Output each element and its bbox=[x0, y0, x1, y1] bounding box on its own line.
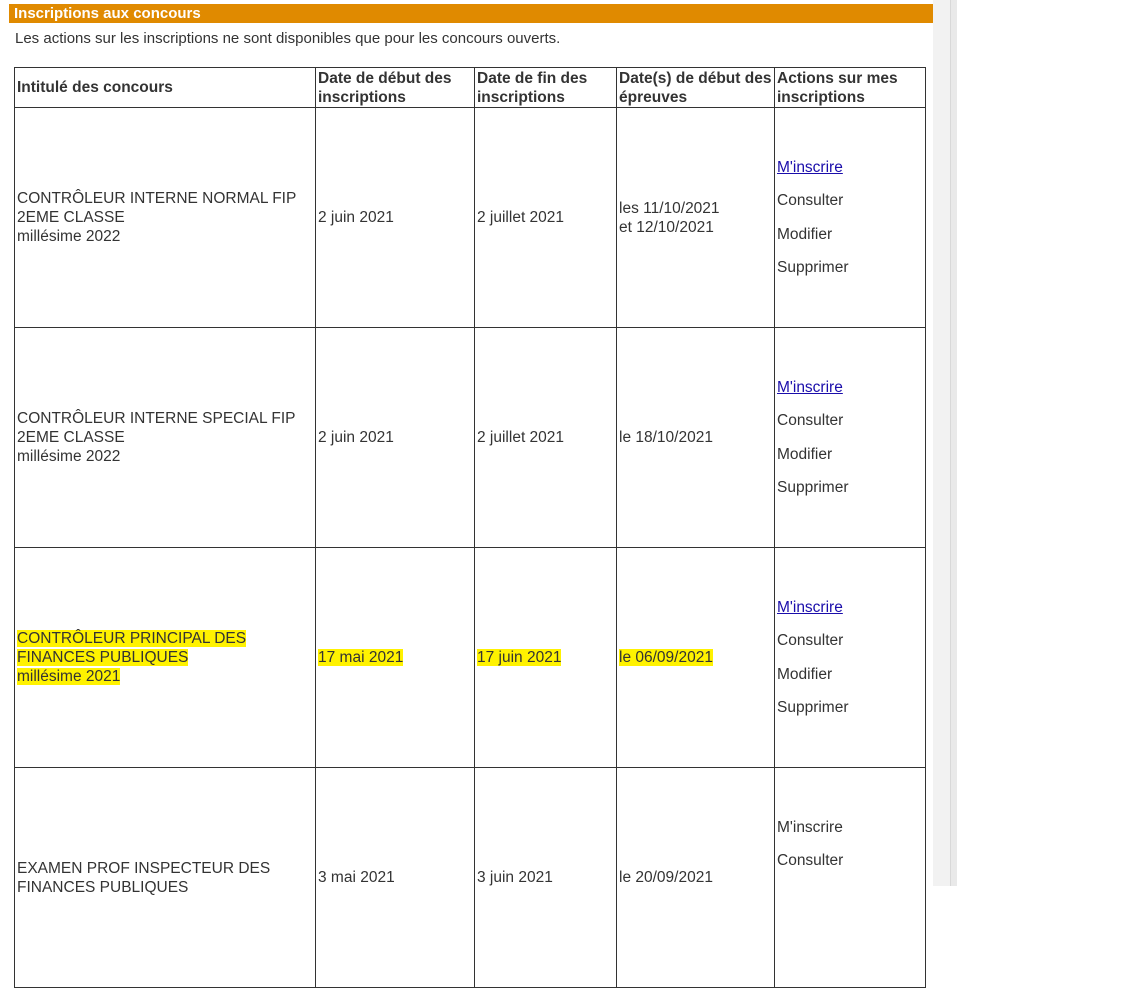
table-header-row: Intitulé des concours Date de début des … bbox=[14, 67, 926, 108]
concours-title-cell: CONTRÔLEUR INTERNE NORMAL FIP 2EME CLASS… bbox=[14, 107, 316, 328]
inscrire-link[interactable]: M'inscrire bbox=[777, 378, 923, 397]
consulter-action: Consulter bbox=[777, 412, 844, 430]
exam-date-cell: les 11/10/2021 et 12/10/2021 bbox=[616, 107, 775, 328]
consulter-action: Consulter bbox=[777, 632, 844, 650]
end-date-cell: 2 juillet 2021 bbox=[474, 327, 617, 548]
consulter-action: Consulter bbox=[777, 192, 844, 210]
end-date-cell: 3 juin 2021 bbox=[474, 767, 617, 988]
table-row-highlighted: CONTRÔLEUR PRINCIPAL DES FINANCES PUBLIQ… bbox=[14, 547, 926, 768]
modifier-action: Modifier bbox=[777, 225, 833, 243]
actions-cell: M'inscrire Consulter Modifier Supprimer bbox=[774, 547, 926, 768]
concours-title-line: 2EME CLASSE bbox=[17, 429, 125, 446]
end-date-cell: 2 juillet 2021 bbox=[474, 107, 617, 328]
exam-date-cell: le 18/10/2021 bbox=[616, 327, 775, 548]
table-row: EXAMEN PROF INSPECTEUR DES FINANCES PUBL… bbox=[14, 767, 926, 988]
start-date-cell: 17 mai 2021 bbox=[315, 547, 475, 768]
concours-title-line: 2EME CLASSE bbox=[17, 209, 125, 226]
exam-date-line: le 20/09/2021 bbox=[619, 869, 713, 886]
concours-title-cell: CONTRÔLEUR INTERNE SPECIAL FIP 2EME CLAS… bbox=[14, 327, 316, 548]
actions-cell: M'inscrire Consulter bbox=[774, 767, 926, 988]
exam-date-cell: le 06/09/2021 bbox=[616, 547, 775, 768]
start-date-cell: 3 mai 2021 bbox=[315, 767, 475, 988]
modifier-action: Modifier bbox=[777, 665, 833, 683]
exam-date-cell: le 20/09/2021 bbox=[616, 767, 775, 988]
concours-title-line: EXAMEN PROF INSPECTEUR DES bbox=[17, 859, 271, 877]
concours-millesime: millésime 2022 bbox=[17, 228, 121, 245]
concours-title-line: FINANCES PUBLIQUES bbox=[17, 878, 189, 896]
gutter-strip bbox=[951, 0, 957, 886]
section-title: Inscriptions aux concours bbox=[9, 4, 933, 23]
start-date-cell: 2 juin 2021 bbox=[315, 107, 475, 328]
section-notice: Les actions sur les inscriptions ne sont… bbox=[15, 30, 561, 47]
exam-date-line: et 12/10/2021 bbox=[619, 218, 714, 236]
header-intitule: Intitulé des concours bbox=[14, 67, 316, 108]
exam-date-line: le 06/09/2021 bbox=[619, 649, 713, 666]
header-date-fin-inscriptions: Date de fin des inscriptions bbox=[474, 67, 617, 108]
end-date-cell: 17 juin 2021 bbox=[474, 547, 617, 768]
page-content: Inscriptions aux concours Les actions su… bbox=[0, 0, 950, 988]
supprimer-action: Supprimer bbox=[777, 699, 849, 717]
concours-title-cell: EXAMEN PROF INSPECTEUR DES FINANCES PUBL… bbox=[14, 767, 316, 988]
supprimer-action: Supprimer bbox=[777, 259, 849, 277]
start-date-text: 17 mai 2021 bbox=[318, 649, 404, 666]
supprimer-action-placeholder bbox=[777, 918, 923, 937]
modifier-action-placeholder bbox=[777, 885, 923, 904]
table-row: CONTRÔLEUR INTERNE NORMAL FIP 2EME CLASS… bbox=[14, 107, 926, 328]
concours-millesime: millésime 2022 bbox=[17, 448, 121, 465]
concours-millesime: millésime 2021 bbox=[17, 668, 121, 685]
end-date-text: 17 juin 2021 bbox=[477, 649, 562, 666]
table-row: CONTRÔLEUR INTERNE SPECIAL FIP 2EME CLAS… bbox=[14, 327, 926, 548]
exam-date-line: le 18/10/2021 bbox=[619, 429, 713, 446]
concours-title-cell: CONTRÔLEUR PRINCIPAL DES FINANCES PUBLIQ… bbox=[14, 547, 316, 768]
inscrire-link[interactable]: M'inscrire bbox=[777, 598, 923, 617]
consulter-action: Consulter bbox=[777, 852, 844, 870]
concours-table: Intitulé des concours Date de début des … bbox=[14, 67, 926, 988]
modifier-action: Modifier bbox=[777, 445, 833, 463]
inscrire-action: M'inscrire bbox=[777, 818, 843, 836]
right-gutter bbox=[950, 0, 1148, 886]
concours-title-line: CONTRÔLEUR PRINCIPAL DES bbox=[17, 630, 247, 647]
content-right-edge bbox=[933, 0, 950, 886]
actions-cell: M'inscrire Consulter Modifier Supprimer bbox=[774, 327, 926, 548]
supprimer-action: Supprimer bbox=[777, 479, 849, 497]
exam-date-line: les 11/10/2021 bbox=[619, 199, 720, 217]
inscrire-link[interactable]: M'inscrire bbox=[777, 158, 923, 177]
actions-cell: M'inscrire Consulter Modifier Supprimer bbox=[774, 107, 926, 328]
start-date-cell: 2 juin 2021 bbox=[315, 327, 475, 548]
header-date-epreuves: Date(s) de début des épreuves bbox=[616, 67, 775, 108]
header-actions: Actions sur mes inscriptions bbox=[774, 67, 926, 108]
concours-title-line: CONTRÔLEUR INTERNE SPECIAL FIP bbox=[17, 410, 296, 427]
header-date-debut-inscriptions: Date de début des inscriptions bbox=[315, 67, 475, 108]
concours-title-line: CONTRÔLEUR INTERNE NORMAL FIP bbox=[17, 190, 297, 207]
concours-title-line: FINANCES PUBLIQUES bbox=[17, 649, 189, 666]
